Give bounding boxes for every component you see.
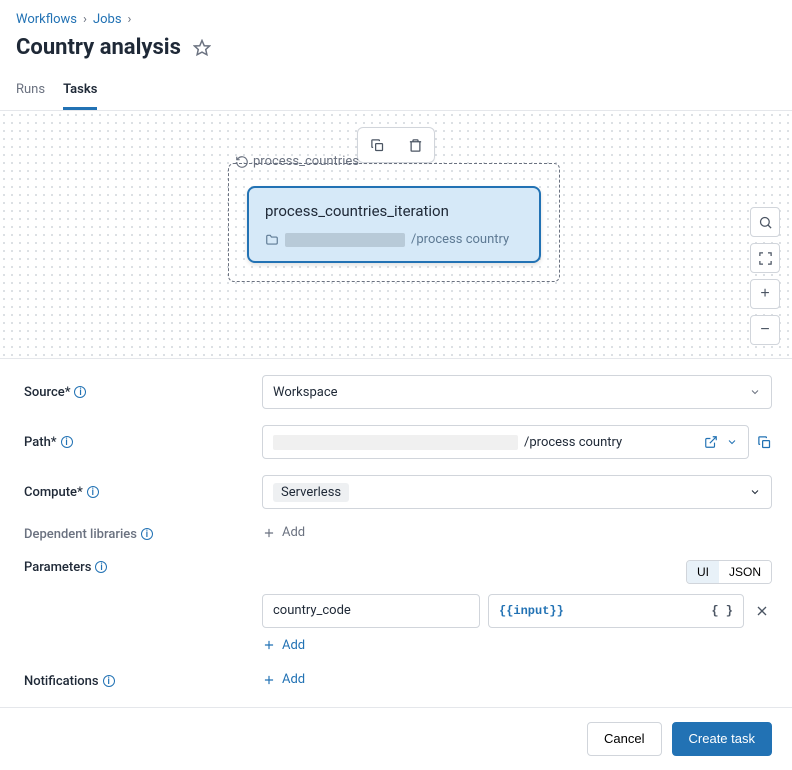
- task-card-title: process_countries_iteration: [265, 202, 523, 220]
- add-param-button[interactable]: Add: [262, 638, 305, 653]
- loop-label: process_countries: [235, 154, 359, 169]
- star-icon[interactable]: [193, 39, 211, 57]
- params-label: Parametersi: [24, 560, 262, 575]
- source-value: Workspace: [273, 385, 338, 400]
- compute-label: Compute*i: [24, 485, 262, 500]
- notifications-label: Notificationsi: [24, 674, 262, 689]
- info-icon[interactable]: i: [103, 675, 115, 687]
- info-icon[interactable]: i: [74, 386, 86, 398]
- toggle-ui[interactable]: UI: [687, 561, 719, 583]
- task-card-path-suffix: /process country: [411, 232, 509, 247]
- info-icon[interactable]: i: [95, 561, 107, 573]
- path-suffix: /process country: [524, 435, 622, 450]
- copy-button[interactable]: [358, 128, 396, 162]
- zoom-out-button[interactable]: −: [750, 315, 780, 345]
- cancel-button[interactable]: Cancel: [587, 722, 661, 756]
- toggle-json[interactable]: JSON: [719, 561, 771, 583]
- task-toolbar: [357, 127, 435, 163]
- info-icon[interactable]: i: [87, 486, 99, 498]
- plus-icon: [262, 673, 276, 687]
- add-dep-lib-button[interactable]: Add: [262, 525, 305, 540]
- task-card-path: /process country: [265, 232, 523, 247]
- page-title: Country analysis: [16, 35, 181, 60]
- info-icon[interactable]: i: [141, 528, 153, 540]
- compute-select[interactable]: Serverless: [262, 475, 772, 509]
- loop-name: process_countries: [253, 154, 359, 169]
- delete-button[interactable]: [396, 128, 434, 162]
- copy-path-icon[interactable]: [757, 435, 772, 450]
- redacted-path: [285, 233, 405, 247]
- plus-icon: [262, 526, 276, 540]
- breadcrumb-workflows[interactable]: Workflows: [16, 12, 77, 27]
- compute-value: Serverless: [273, 483, 349, 502]
- create-task-button[interactable]: Create task: [672, 722, 772, 756]
- add-notification-button[interactable]: Add: [262, 672, 305, 687]
- chevron-right-icon: ›: [128, 12, 132, 27]
- task-card[interactable]: process_countries_iteration /process cou…: [247, 186, 541, 263]
- task-canvas[interactable]: process_countries process_countries_iter…: [0, 111, 792, 359]
- remove-param-button[interactable]: [752, 601, 772, 621]
- chevron-right-icon: ›: [83, 12, 87, 27]
- plus-icon: [262, 638, 276, 652]
- tab-tasks[interactable]: Tasks: [63, 74, 97, 110]
- braces-icon[interactable]: { }: [711, 604, 733, 618]
- loop-icon: [235, 155, 249, 169]
- redacted-path: [273, 435, 518, 450]
- path-input[interactable]: /process country: [262, 425, 749, 459]
- source-select[interactable]: Workspace: [262, 375, 772, 409]
- chevron-down-icon: [749, 386, 761, 398]
- chevron-down-icon[interactable]: [726, 436, 738, 448]
- external-link-icon[interactable]: [704, 435, 718, 449]
- tab-runs[interactable]: Runs: [16, 74, 45, 110]
- source-label: Source*i: [24, 385, 262, 400]
- zoom-in-button[interactable]: +: [750, 279, 780, 309]
- breadcrumb: Workflows › Jobs ›: [16, 12, 776, 27]
- folder-icon: [265, 233, 279, 247]
- fullscreen-button[interactable]: [750, 243, 780, 273]
- param-key-input[interactable]: country_code: [262, 594, 480, 628]
- dep-libs-label: Dependent librariesi: [24, 527, 262, 542]
- path-label: Path*i: [24, 435, 262, 450]
- breadcrumb-jobs[interactable]: Jobs: [93, 12, 122, 27]
- info-icon[interactable]: i: [61, 436, 73, 448]
- loop-container: process_countries process_countries_iter…: [228, 163, 560, 282]
- params-view-toggle: UI JSON: [686, 560, 772, 584]
- chevron-down-icon: [749, 486, 761, 498]
- search-button[interactable]: [750, 207, 780, 237]
- param-value-input[interactable]: {{input}} { }: [488, 594, 744, 628]
